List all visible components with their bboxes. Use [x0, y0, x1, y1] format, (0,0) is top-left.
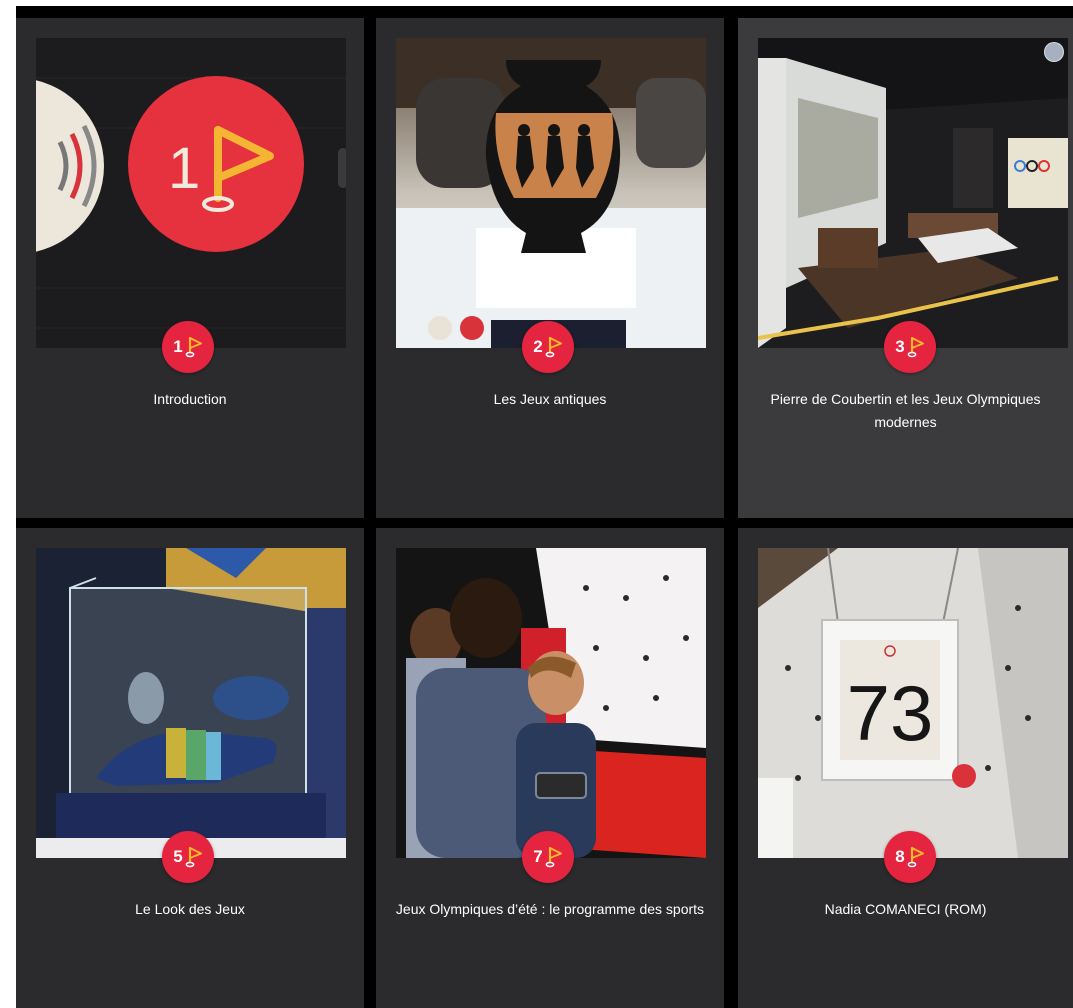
card-title: Le Look des Jeux	[135, 901, 245, 917]
svg-text:1: 1	[168, 136, 200, 201]
exhibit-card-2[interactable]: 2 Les Jeux antiques	[376, 18, 724, 518]
stop-number-badge: 8	[884, 831, 936, 883]
exhibit-grid: 1 1 Introduction 2 Les Jeux antiques 3 P…	[0, 0, 1073, 1008]
card-title: Les Jeux antiques	[493, 391, 607, 407]
stop-number: 7	[533, 847, 543, 866]
card-title: Introduction	[153, 391, 227, 407]
card-image-look	[36, 548, 346, 858]
card-image-ancient	[396, 38, 706, 348]
stop-number-badge: 7	[522, 831, 574, 883]
stop-number: 3	[895, 337, 905, 356]
stop-number: 2	[533, 337, 543, 356]
card-image-coubertin	[758, 38, 1068, 348]
panorama-icon[interactable]	[1044, 42, 1064, 62]
bib-73-photo: 73	[758, 548, 1068, 858]
exhibit-card-1[interactable]: 1 1 Introduction	[16, 18, 364, 518]
exhibit-card-7[interactable]: 7 Jeux Olympiques d’été : le programme d…	[376, 528, 724, 1008]
stop-number-badge: 1	[162, 321, 214, 373]
golf-flag-icon	[185, 846, 203, 868]
card-title: Nadia COMANECI (ROM)	[824, 901, 987, 917]
golf-flag-icon	[545, 336, 563, 358]
amphora-photo	[396, 38, 706, 348]
card-title: Pierre de Coubertin et les Jeux Olympiqu…	[770, 391, 1041, 430]
golf-flag-icon	[907, 336, 925, 358]
exhibit-card-3[interactable]: 3 Pierre de Coubertin et les Jeux Olympi…	[738, 18, 1073, 518]
golf-flag-icon	[545, 846, 563, 868]
stop-number-badge: 2	[522, 321, 574, 373]
mascot-case-photo	[36, 548, 346, 858]
stop-number: 8	[895, 847, 905, 866]
coubertin-room-photo	[758, 38, 1068, 348]
exhibit-card-5[interactable]: 5 Le Look des Jeux	[16, 528, 364, 1008]
card-title: Jeux Olympiques d’été : le programme des…	[395, 901, 705, 917]
golf-flag-icon	[907, 846, 925, 868]
stop-number: 5	[173, 847, 183, 866]
stop-number: 1	[173, 337, 183, 356]
card-image-intro: 1	[36, 38, 346, 348]
svg-text:73: 73	[847, 669, 934, 757]
intro-photo: 1	[36, 38, 346, 348]
stop-number-badge: 3	[884, 321, 936, 373]
card-image-summer	[396, 548, 706, 858]
stop-number-badge: 5	[162, 831, 214, 883]
exhibit-card-8[interactable]: 73 8 Nadia COMANECI (ROM)	[738, 528, 1073, 1008]
golf-flag-icon	[185, 336, 203, 358]
card-image-comaneci: 73	[758, 548, 1068, 858]
interactive-wall-photo	[396, 548, 706, 858]
